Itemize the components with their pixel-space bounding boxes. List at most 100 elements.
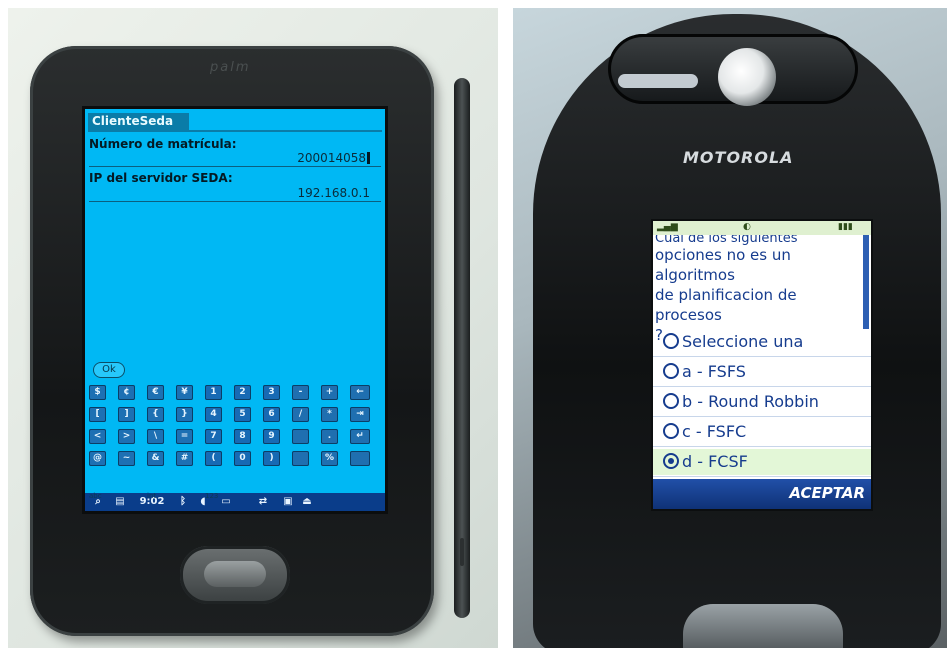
option-divider — [653, 356, 871, 357]
keypad-key[interactable]: ¢ — [118, 385, 135, 400]
question-line-2: de planificacion de procesos — [655, 286, 797, 324]
keypad-key[interactable]: [ — [89, 407, 106, 422]
keypad-key[interactable] — [292, 451, 309, 466]
keypad-key[interactable]: 2 — [234, 385, 251, 400]
answer-option[interactable]: a - FSFS — [653, 359, 871, 385]
option-label: Seleccione una — [682, 332, 804, 351]
radio-empty-icon — [663, 393, 679, 409]
keypad-key[interactable]: 7 — [205, 429, 222, 444]
palm-device: palm ClienteSeda Número de matrícula: 20… — [30, 46, 434, 636]
keypad-key[interactable]: $ — [89, 385, 106, 400]
keypad-mode-label[interactable]: abc — [89, 492, 102, 500]
option-label: b - Round Robbin — [682, 392, 819, 411]
radio-empty-icon — [663, 333, 679, 349]
motorola-brand-logo: MOTOROLA — [683, 148, 794, 167]
keypad-key[interactable]: 3 — [263, 385, 280, 400]
keypad-key[interactable]: 6 — [263, 407, 280, 422]
keypad-key[interactable]: . — [321, 429, 338, 444]
keypad-key[interactable]: € — [147, 385, 164, 400]
keypad-key[interactable]: ~ — [118, 451, 135, 466]
option-divider — [653, 446, 871, 447]
keypad-key[interactable]: & — [147, 451, 164, 466]
keypad-key[interactable]: < — [89, 429, 106, 444]
keypad-key[interactable]: ) — [263, 451, 280, 466]
home-icon[interactable]: ▤ — [113, 495, 127, 509]
keypad-key[interactable]: ↵ — [350, 429, 370, 444]
input-mode-icon[interactable]: ⇄ — [250, 495, 276, 509]
option-label: c - FSFC — [682, 422, 747, 441]
matricula-underline — [89, 166, 381, 167]
keypad-key[interactable]: # — [176, 451, 193, 466]
keypad-key[interactable] — [292, 429, 309, 444]
ip-value: 192.168.0.1 — [297, 186, 370, 200]
answer-option[interactable]: b - Round Robbin — [653, 389, 871, 415]
on-screen-keypad: $ ¢ € ¥1 2 3- + ← [] {} 4 5 6 / * ⇥ < > \ = 7 8 9. ↵ @ ~ & # (0)% — [89, 385, 381, 491]
option-divider — [653, 386, 871, 387]
answer-option[interactable]: d - FCSF — [653, 449, 871, 475]
question-partial-line: Cual de los siguientes — [655, 235, 798, 245]
palm-taskbar: ⌕ ▤ 9:02 ᛒ ◖ ▭ ⇄ ▣ ⏏ — [85, 493, 385, 511]
keypad-key[interactable]: > — [118, 429, 135, 444]
answer-option[interactable]: c - FSFC — [653, 419, 871, 445]
ip-underline — [89, 201, 381, 202]
option-divider — [653, 476, 871, 477]
answer-option[interactable]: Seleccione una — [653, 329, 871, 355]
ip-field[interactable]: 192.168.0.1 — [185, 186, 370, 200]
keypad-key[interactable] — [350, 451, 370, 466]
keypad-key[interactable]: / — [292, 407, 309, 422]
text-cursor — [367, 152, 370, 164]
keypad-mode-label[interactable]: int — [147, 492, 156, 500]
softkey-bar: ACEPTAR — [653, 479, 871, 509]
keypad-key[interactable]: = — [176, 429, 193, 444]
keypad-key[interactable]: 1 — [205, 385, 222, 400]
phone-status-bar: ▂▄▆ ◐ ▮▮▮ — [653, 221, 871, 235]
keypad-key[interactable]: - — [292, 385, 309, 400]
radio-empty-icon — [663, 423, 679, 439]
keypad-key[interactable]: 0 — [234, 451, 251, 466]
keypad-key[interactable]: ← — [350, 385, 370, 400]
palm-photo-panel: palm ClienteSeda Número de matrícula: 20… — [8, 8, 498, 648]
matricula-label: Número de matrícula: — [89, 137, 237, 151]
keypad-mode-label[interactable]: 123 — [205, 492, 218, 500]
keypad-key[interactable]: ] — [118, 407, 135, 422]
phone-screen: ▂▄▆ ◐ ▮▮▮ Cual de los siguientes opcione… — [651, 219, 873, 511]
battery-icon: ▮▮▮ — [838, 222, 853, 232]
keypad-key[interactable]: } — [176, 407, 193, 422]
keypad-key[interactable]: % — [321, 451, 338, 466]
palm-brand-logo: palm — [210, 60, 251, 75]
keypad-key[interactable]: + — [321, 385, 338, 400]
motorola-phone: MOTOROLA ▂▄▆ ◐ ▮▮▮ Cual de los siguiente… — [533, 14, 941, 648]
ip-label: IP del servidor SEDA: — [89, 171, 233, 185]
battery-icon[interactable]: ▭ — [217, 495, 235, 509]
option-label: a - FSFS — [682, 362, 746, 381]
keypad-key[interactable]: 4 — [205, 407, 222, 422]
keypad-key[interactable]: ( — [205, 451, 222, 466]
bluetooth-icon[interactable]: ᛒ — [177, 495, 189, 509]
keypad-key[interactable]: * — [321, 407, 338, 422]
matricula-value: 200014058 — [297, 151, 366, 165]
stylus-tip — [460, 538, 464, 566]
keypad-key[interactable]: ¥ — [176, 385, 193, 400]
accept-softkey[interactable]: ACEPTAR — [789, 484, 865, 502]
app-title: ClienteSeda — [88, 113, 190, 130]
ok-button[interactable]: Ok — [93, 362, 125, 378]
question-line-1: opciones no es un algoritmos — [655, 246, 791, 284]
palm-screen: ClienteSeda Número de matrícula: 2000140… — [82, 106, 388, 514]
home-button[interactable] — [180, 546, 290, 604]
radio-checked-icon — [663, 453, 679, 469]
rotate-icon[interactable]: ▣ — [280, 495, 296, 509]
home-button-center — [204, 561, 266, 587]
keypad-key[interactable]: @ — [89, 451, 106, 466]
camera-shine — [618, 74, 698, 88]
stylus — [454, 78, 470, 618]
keypad-key[interactable]: \ — [147, 429, 164, 444]
keypad-key[interactable]: 8 — [234, 429, 251, 444]
radio-empty-icon — [663, 363, 679, 379]
keypad-key[interactable]: 5 — [234, 407, 251, 422]
keypad-key[interactable]: 9 — [263, 429, 280, 444]
hide-input-icon[interactable]: ⏏ — [299, 495, 315, 509]
matricula-field[interactable]: 200014058 — [185, 151, 370, 165]
keypad-key[interactable]: ⇥ — [350, 407, 370, 422]
keypad-key[interactable]: { — [147, 407, 164, 422]
question-scrollbar[interactable] — [863, 235, 869, 329]
